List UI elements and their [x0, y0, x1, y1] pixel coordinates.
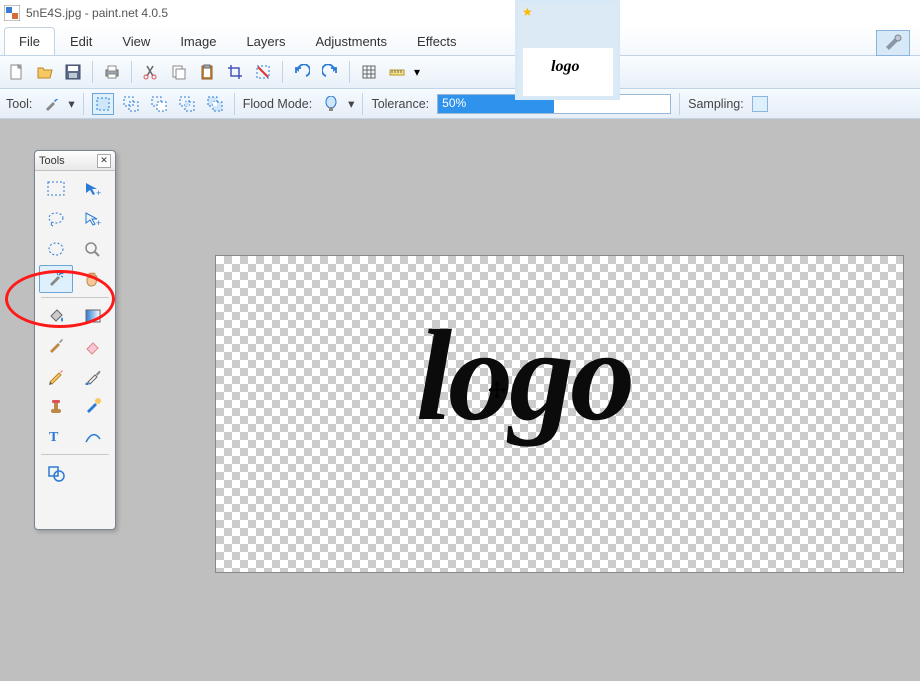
- gradient-tool[interactable]: [76, 302, 110, 330]
- flood-mode-dropdown-arrow[interactable]: ▾: [348, 96, 354, 111]
- main-toolbar: ▾: [0, 55, 920, 89]
- settings-button[interactable]: [876, 30, 910, 56]
- tool-dropdown-arrow[interactable]: ▾: [68, 96, 74, 111]
- magic-wand-tool[interactable]: [39, 265, 73, 293]
- menu-effects[interactable]: Effects: [402, 27, 472, 55]
- separator: [362, 93, 363, 115]
- menu-edit[interactable]: Edit: [55, 27, 107, 55]
- rectangle-select-tool[interactable]: [39, 175, 73, 203]
- tools-separator: [41, 454, 109, 455]
- tools-window-title: Tools: [39, 155, 65, 167]
- pan-tool[interactable]: [76, 265, 110, 293]
- svg-text:+: +: [96, 188, 101, 198]
- selection-subtract-button[interactable]: [148, 93, 170, 115]
- print-button[interactable]: [101, 61, 123, 83]
- canvas[interactable]: logo: [216, 256, 903, 572]
- tools-separator: [41, 297, 109, 298]
- tools-window-close-button[interactable]: ✕: [97, 154, 111, 168]
- pencil-tool[interactable]: [39, 362, 73, 390]
- sampling-swatch-button[interactable]: [752, 96, 768, 112]
- line-curve-tool[interactable]: [76, 422, 110, 450]
- menu-file[interactable]: File: [4, 27, 55, 55]
- crop-button[interactable]: [224, 61, 246, 83]
- cut-button[interactable]: [140, 61, 162, 83]
- move-cursor-icon: [488, 381, 506, 399]
- paintbrush-tool[interactable]: [39, 332, 73, 360]
- save-button[interactable]: [62, 61, 84, 83]
- lasso-select-tool[interactable]: [39, 205, 73, 233]
- open-button[interactable]: [34, 61, 56, 83]
- eraser-tool[interactable]: [76, 332, 110, 360]
- new-button[interactable]: [6, 61, 28, 83]
- ruler-button[interactable]: [386, 61, 408, 83]
- menu-image[interactable]: Image: [165, 27, 231, 55]
- menu-layers[interactable]: Layers: [231, 27, 300, 55]
- move-selection-tool[interactable]: +: [76, 205, 110, 233]
- copy-button[interactable]: [168, 61, 190, 83]
- tool-label: Tool:: [6, 97, 32, 111]
- menu-adjustments[interactable]: Adjustments: [300, 27, 402, 55]
- clone-stamp-tool[interactable]: [39, 392, 73, 420]
- ellipse-select-tool[interactable]: [39, 235, 73, 263]
- separator: [131, 61, 132, 83]
- gear-wrench-icon: [883, 33, 903, 53]
- canvas-content: logo: [216, 256, 903, 572]
- undo-button[interactable]: [291, 61, 313, 83]
- tools-grid: + + T: [35, 171, 115, 491]
- deselect-button[interactable]: [252, 61, 274, 83]
- selection-xor-button[interactable]: [204, 93, 226, 115]
- dropdown-arrow[interactable]: ▾: [414, 65, 417, 79]
- tolerance-label: Tolerance:: [371, 97, 429, 111]
- shapes-tool[interactable]: [39, 459, 73, 487]
- tolerance-value: 50%: [442, 96, 466, 110]
- flood-mode-button[interactable]: [320, 93, 342, 115]
- separator: [349, 61, 350, 83]
- separator: [92, 61, 93, 83]
- move-selected-pixels-tool[interactable]: +: [76, 175, 110, 203]
- recolor-tool[interactable]: [76, 392, 110, 420]
- svg-text:T: T: [49, 430, 59, 445]
- window-title: 5nE4S.jpg - paint.net 4.0.5: [26, 6, 168, 20]
- tools-window-titlebar[interactable]: Tools ✕: [35, 151, 115, 171]
- separator: [679, 93, 680, 115]
- sampling-label: Sampling:: [688, 97, 744, 111]
- tools-window[interactable]: Tools ✕ + + T: [34, 150, 116, 530]
- redo-button[interactable]: [319, 61, 341, 83]
- image-thumbnail-selector[interactable]: ★ logo: [515, 0, 620, 100]
- separator: [282, 61, 283, 83]
- menu-view[interactable]: View: [107, 27, 165, 55]
- svg-text:+: +: [96, 218, 101, 228]
- selection-intersect-button[interactable]: [176, 93, 198, 115]
- text-tool[interactable]: T: [39, 422, 73, 450]
- unsaved-star-icon: ★: [522, 5, 533, 19]
- paste-button[interactable]: [196, 61, 218, 83]
- tool-options-bar: Tool: ▾ Flood Mode: ▾ Tolerance: 50% Sam…: [0, 89, 920, 119]
- separator: [234, 93, 235, 115]
- canvas-logo-text: logo: [416, 301, 631, 451]
- thumbnail-preview: logo: [523, 48, 613, 96]
- separator: [83, 93, 84, 115]
- color-picker-tool[interactable]: [76, 362, 110, 390]
- zoom-tool[interactable]: [76, 235, 110, 263]
- paint-bucket-tool[interactable]: [39, 302, 73, 330]
- app-icon: [4, 5, 20, 21]
- flood-mode-label: Flood Mode:: [243, 97, 312, 111]
- grid-button[interactable]: [358, 61, 380, 83]
- title-bar: 5nE4S.jpg - paint.net 4.0.5: [0, 0, 920, 25]
- selection-add-button[interactable]: [120, 93, 142, 115]
- thumbnail-text: logo: [551, 58, 579, 76]
- current-tool-icon[interactable]: [40, 93, 62, 115]
- menu-bar: File Edit View Image Layers Adjustments …: [0, 25, 920, 55]
- selection-replace-button[interactable]: [92, 93, 114, 115]
